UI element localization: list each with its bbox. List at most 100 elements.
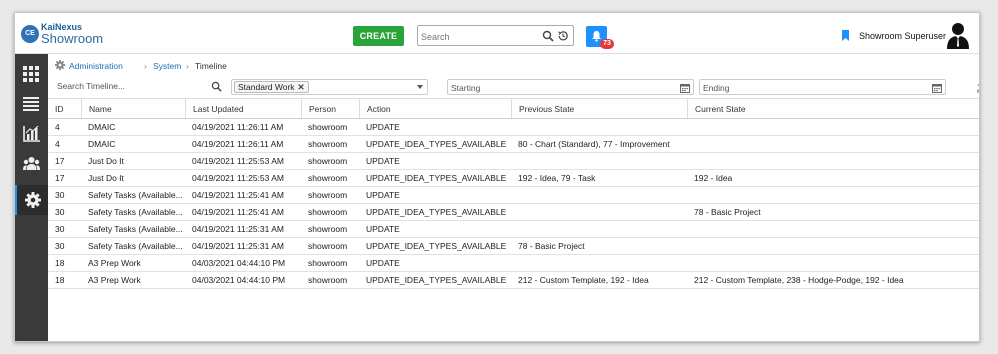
table-row[interactable]: 4 DMAIC 04/19/2021 11:26:11 AM showroom UPDA… — [48, 136, 979, 153]
column-header-last-updated[interactable]: Last Updated — [185, 99, 301, 118]
timeline-search-input[interactable]: Search Timeline... — [57, 81, 217, 95]
cell-action: UPDATE_IDEA_TYPES_AVAILABLE — [366, 275, 507, 285]
calendar-icon[interactable] — [680, 83, 690, 93]
table-row[interactable]: 17 Just Do It 04/19/2021 11:25:53 AM showro… — [48, 153, 979, 170]
cell-id: 4 — [55, 122, 60, 132]
history-icon[interactable] — [557, 30, 569, 42]
table-row[interactable]: 18 A3 Prep Work 04/03/2021 04:44:10 PM show… — [48, 272, 979, 289]
cell-previous-state — [511, 221, 687, 237]
cell-previous-state: 78 - Basic Project — [518, 241, 585, 251]
cell-person: showroom — [308, 224, 348, 234]
notification-count-badge: 73 — [600, 39, 614, 49]
cell-current-state — [687, 119, 979, 135]
cell-action: UPDATE_IDEA_TYPES_AVAILABLE — [366, 139, 507, 149]
cell-current-state — [687, 187, 979, 203]
cell-person: showroom — [308, 258, 348, 268]
cell-id: 30 — [55, 241, 65, 251]
search-icon[interactable] — [211, 81, 222, 92]
cell-person: showroom — [308, 275, 348, 285]
cell-id: 30 — [55, 190, 65, 200]
breadcrumb-timeline: Timeline — [195, 61, 227, 71]
tag-label: Standard Work — [238, 82, 295, 92]
cell-last-updated: 04/19/2021 11:25:31 AM — [192, 241, 285, 251]
cell-name: Just Do It — [88, 173, 124, 183]
sidebar-item-reports[interactable] — [15, 119, 48, 149]
cell-person: showroom — [308, 122, 348, 132]
table-row[interactable]: 30 Safety Tasks (Available... 04/19/2021 1… — [48, 238, 979, 255]
cell-name: A3 Prep Work — [88, 258, 141, 268]
column-header-previous-state[interactable]: Previous State — [511, 99, 687, 118]
tag-filter-select[interactable]: Standard Work ✕ — [231, 79, 428, 95]
cell-previous-state — [511, 204, 687, 220]
breadcrumb-separator: › — [144, 61, 147, 71]
grid-icon — [23, 66, 39, 82]
cell-name: Just Do It — [88, 156, 124, 166]
logo-product-text: Showroom — [41, 31, 104, 46]
column-header-person[interactable]: Person — [301, 99, 359, 118]
refresh-icon[interactable] — [976, 82, 980, 94]
breadcrumb-administration[interactable]: Administration — [69, 61, 123, 71]
cell-action: UPDATE_IDEA_TYPES_AVAILABLE — [366, 241, 507, 251]
cell-id: 18 — [55, 275, 65, 285]
breadcrumb-separator: › — [186, 61, 189, 71]
cell-name: DMAIC — [88, 139, 116, 149]
cell-person: showroom — [308, 173, 348, 183]
filter-bar: Search Timeline... Standard Work ✕ Starti… — [48, 77, 979, 99]
starting-date-field[interactable]: Starting — [447, 79, 694, 95]
table-row[interactable]: 4 DMAIC 04/19/2021 11:26:11 AM showroom UPDA… — [48, 119, 979, 136]
cell-person: showroom — [308, 241, 348, 251]
calendar-icon[interactable] — [932, 83, 942, 93]
cell-last-updated: 04/03/2021 04:44:10 PM — [192, 258, 286, 268]
gear-icon — [25, 192, 41, 208]
sidebar-item-settings[interactable] — [15, 185, 48, 215]
sidebar-item-people[interactable] — [15, 149, 48, 179]
sidebar-item-list[interactable] — [15, 89, 48, 119]
sidebar-item-dashboard[interactable] — [15, 59, 48, 89]
column-header-current-state[interactable]: Current State — [687, 99, 979, 118]
table-row[interactable]: 30 Safety Tasks (Available... 04/19/2021 1… — [48, 221, 979, 238]
top-bar: CE KaiNexus Showroom CREATE 73 — [15, 13, 979, 54]
search-icon[interactable] — [542, 30, 554, 42]
cell-id: 30 — [55, 224, 65, 234]
cell-name: Safety Tasks (Available... — [88, 190, 183, 200]
cell-id: 17 — [55, 173, 65, 183]
table-body: 4 DMAIC 04/19/2021 11:26:11 AM showroom UPDA… — [48, 119, 979, 289]
cell-name: Safety Tasks (Available... — [88, 207, 183, 217]
bookmark-icon[interactable] — [841, 30, 850, 41]
gear-icon — [55, 60, 65, 70]
table-row[interactable]: 17 Just Do It 04/19/2021 11:25:53 AM showro… — [48, 170, 979, 187]
breadcrumb-system[interactable]: System — [153, 61, 181, 71]
cell-person: showroom — [308, 207, 348, 217]
cell-person: showroom — [308, 139, 348, 149]
table-row[interactable]: 30 Safety Tasks (Available... 04/19/2021 1… — [48, 204, 979, 221]
chevron-down-icon[interactable] — [417, 85, 423, 89]
cell-previous-state — [511, 255, 687, 271]
table-row[interactable]: 18 A3 Prep Work 04/03/2021 04:44:10 PM show… — [48, 255, 979, 272]
cell-id: 17 — [55, 156, 65, 166]
cell-current-state — [687, 255, 979, 271]
create-button[interactable]: CREATE — [353, 26, 404, 46]
column-header-action[interactable]: Action — [359, 99, 511, 118]
user-avatar-icon[interactable] — [945, 21, 971, 49]
global-search-input[interactable] — [421, 30, 533, 43]
ending-date-field[interactable]: Ending — [699, 79, 946, 95]
table-row[interactable]: 30 Safety Tasks (Available... 04/19/2021 1… — [48, 187, 979, 204]
cell-current-state: 78 - Basic Project — [694, 207, 761, 217]
cell-current-state — [687, 153, 979, 169]
cell-id: 30 — [55, 207, 65, 217]
app-window: CE KaiNexus Showroom CREATE 73 — [14, 12, 980, 342]
kainexus-logo[interactable]: CE KaiNexus Showroom — [21, 22, 103, 46]
cell-last-updated: 04/19/2021 11:25:41 AM — [192, 207, 285, 217]
list-icon — [23, 97, 39, 111]
remove-tag-icon[interactable]: ✕ — [298, 82, 305, 92]
cell-current-state — [687, 221, 979, 237]
cell-previous-state — [511, 187, 687, 203]
user-name[interactable]: Showroom Superuser — [859, 31, 946, 41]
cell-last-updated: 04/19/2021 11:25:53 AM — [192, 173, 285, 183]
column-header-name[interactable]: Name — [81, 99, 185, 118]
chart-icon — [23, 126, 40, 142]
cell-last-updated: 04/19/2021 11:25:53 AM — [192, 156, 285, 166]
cell-last-updated: 04/03/2021 04:44:10 PM — [192, 275, 286, 285]
column-header-id[interactable]: ID — [48, 99, 81, 118]
cell-current-state — [687, 238, 979, 254]
